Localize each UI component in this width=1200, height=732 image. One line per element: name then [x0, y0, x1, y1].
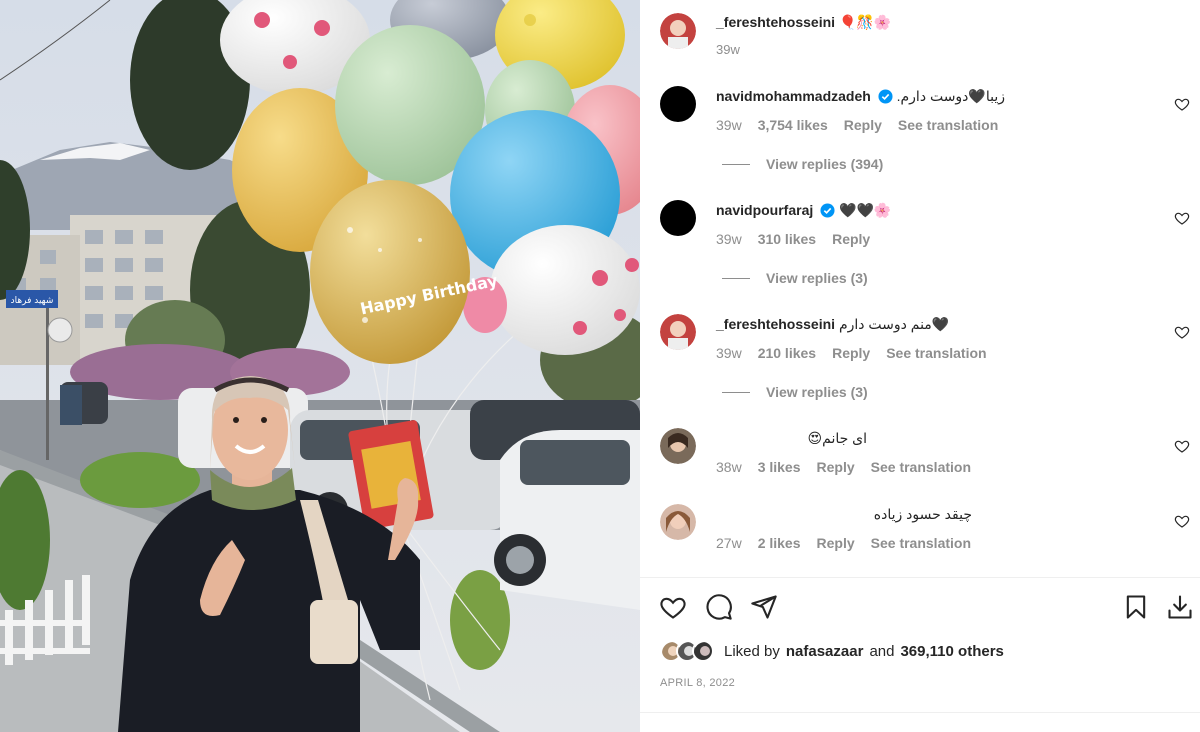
likes-summary[interactable]: Liked by nafasazaar and 369,110 others: [660, 640, 1004, 662]
post-time: 39w: [716, 42, 740, 57]
comment-like-heart-icon[interactable]: [1174, 96, 1190, 112]
see-translation-button[interactable]: See translation: [886, 345, 986, 361]
see-translation-button[interactable]: See translation: [871, 459, 971, 475]
likes-others-link[interactable]: 369,110 others: [900, 643, 1003, 660]
view-replies-button-3[interactable]: View replies (3): [722, 384, 868, 400]
comment-likes-3[interactable]: 210 likes: [758, 345, 816, 361]
comment-avatar-3[interactable]: [660, 314, 696, 350]
comment-meta-3: 39w 210 likes Reply See translation: [716, 345, 987, 361]
comment-avatar-4[interactable]: [660, 428, 696, 464]
comment-likes-2[interactable]: 310 likes: [758, 231, 816, 247]
liker-username[interactable]: nafasazaar: [786, 643, 864, 660]
post-details-panel: _fereshtehosseini 🎈🎊🌸 39w navidmohammadz…: [640, 0, 1200, 732]
author-avatar[interactable]: [660, 13, 696, 49]
reply-button[interactable]: Reply: [832, 345, 870, 361]
comment-like-heart-icon[interactable]: [1174, 513, 1190, 529]
comment-likes-5[interactable]: 2 likes: [758, 535, 801, 551]
reply-button[interactable]: Reply: [844, 117, 882, 133]
comment-text-3: منم دوست دارم🖤: [838, 316, 950, 332]
comment-avatar-1[interactable]: [660, 86, 696, 122]
comment-username-2[interactable]: navidpourfaraj 🖤🖤🌸: [716, 202, 891, 219]
download-icon[interactable]: [1166, 593, 1194, 621]
reply-button[interactable]: Reply: [832, 231, 870, 247]
see-translation-button[interactable]: See translation: [898, 117, 998, 133]
send-icon[interactable]: [750, 593, 778, 621]
post-image: شهید فرهاد Happy Birthday: [0, 0, 640, 732]
comment-avatar-2[interactable]: [660, 200, 696, 236]
comment-text-4: ای جانم😍: [807, 430, 867, 446]
post-photo[interactable]: شهید فرهاد Happy Birthday: [0, 0, 640, 732]
comment-like-heart-icon[interactable]: [1174, 210, 1190, 226]
comment-avatar-5[interactable]: [660, 504, 696, 540]
comment-meta-2: 39w 310 likes Reply: [716, 231, 871, 247]
comment-text-2: 🖤🖤🌸: [839, 202, 892, 218]
view-replies-button-1[interactable]: View replies (394): [722, 156, 883, 172]
comment-text-5: چیقد حسود زیاده: [873, 506, 972, 522]
author-username[interactable]: _fereshtehosseini 🎈🎊🌸: [716, 14, 891, 31]
verified-badge-icon: [878, 89, 893, 104]
comment-username-3[interactable]: _fereshtehosseini منم دوست دارم🖤: [716, 316, 949, 333]
bookmark-icon[interactable]: [1122, 593, 1150, 621]
comment-meta-4: 38w 3 likes Reply See translation: [716, 459, 972, 475]
comment-meta-5: 27w 2 likes Reply See translation: [716, 535, 972, 551]
comment-icon[interactable]: [705, 593, 733, 621]
view-replies-button-2[interactable]: View replies (3): [722, 270, 868, 286]
liker-avatar: [692, 640, 714, 662]
comment-likes-1[interactable]: 3,754 likes: [758, 117, 828, 133]
comment-username-1[interactable]: navidmohammadzadeh .زیبا🖤دوست دارم: [716, 88, 1005, 105]
verified-badge-icon: [820, 203, 835, 218]
see-translation-button[interactable]: See translation: [871, 535, 971, 551]
reply-button[interactable]: Reply: [817, 459, 855, 475]
heart-icon[interactable]: [659, 593, 687, 621]
comment-likes-4[interactable]: 3 likes: [758, 459, 801, 475]
comment-like-heart-icon[interactable]: [1174, 324, 1190, 340]
comment-meta-1: 39w 3,754 likes Reply See translation: [716, 117, 999, 133]
post-date: APRIL 8, 2022: [660, 677, 736, 689]
divider: [640, 712, 1200, 713]
reply-button[interactable]: Reply: [817, 535, 855, 551]
divider: [640, 577, 1200, 578]
caption-emoji: 🎈🎊🌸: [838, 14, 892, 30]
comment-text-1: .زیبا🖤دوست دارم: [896, 88, 1005, 104]
comment-like-heart-icon[interactable]: [1174, 438, 1190, 454]
street-sign-text: شهید فرهاد: [11, 296, 54, 306]
